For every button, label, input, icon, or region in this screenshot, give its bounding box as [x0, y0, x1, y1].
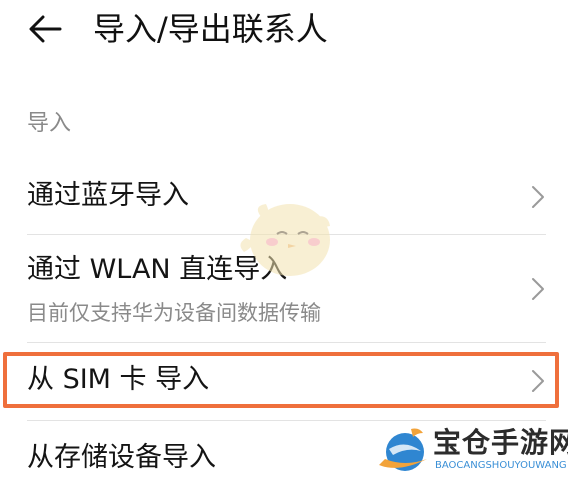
- globe-bird-logo-icon: [379, 428, 427, 471]
- logo-title: 宝仓手游网: [433, 426, 568, 459]
- chevron-right-icon: [532, 278, 544, 300]
- section-label-import: 导入: [27, 111, 72, 136]
- chevron-right-icon: [532, 186, 544, 208]
- highlight-annotation-box: [3, 352, 559, 408]
- app-header: 导入/导出联系人: [0, 0, 568, 70]
- row-title: 通过蓝牙导入: [27, 180, 189, 211]
- chick-mascot-icon: [240, 204, 330, 276]
- watermark-logo: 宝仓手游网 BAOCANGSHOUYOUWANG: [375, 425, 568, 477]
- divider: [27, 342, 546, 343]
- row-title: 从存储设备导入: [27, 442, 216, 473]
- back-button[interactable]: [20, 8, 70, 50]
- page-title: 导入/导出联系人: [93, 10, 328, 48]
- logo-subtitle: BAOCANGSHOUYOUWANG: [435, 460, 567, 471]
- row-subtitle: 目前仅支持华为设备间数据传输: [27, 301, 321, 325]
- arrow-left-icon: [29, 15, 62, 43]
